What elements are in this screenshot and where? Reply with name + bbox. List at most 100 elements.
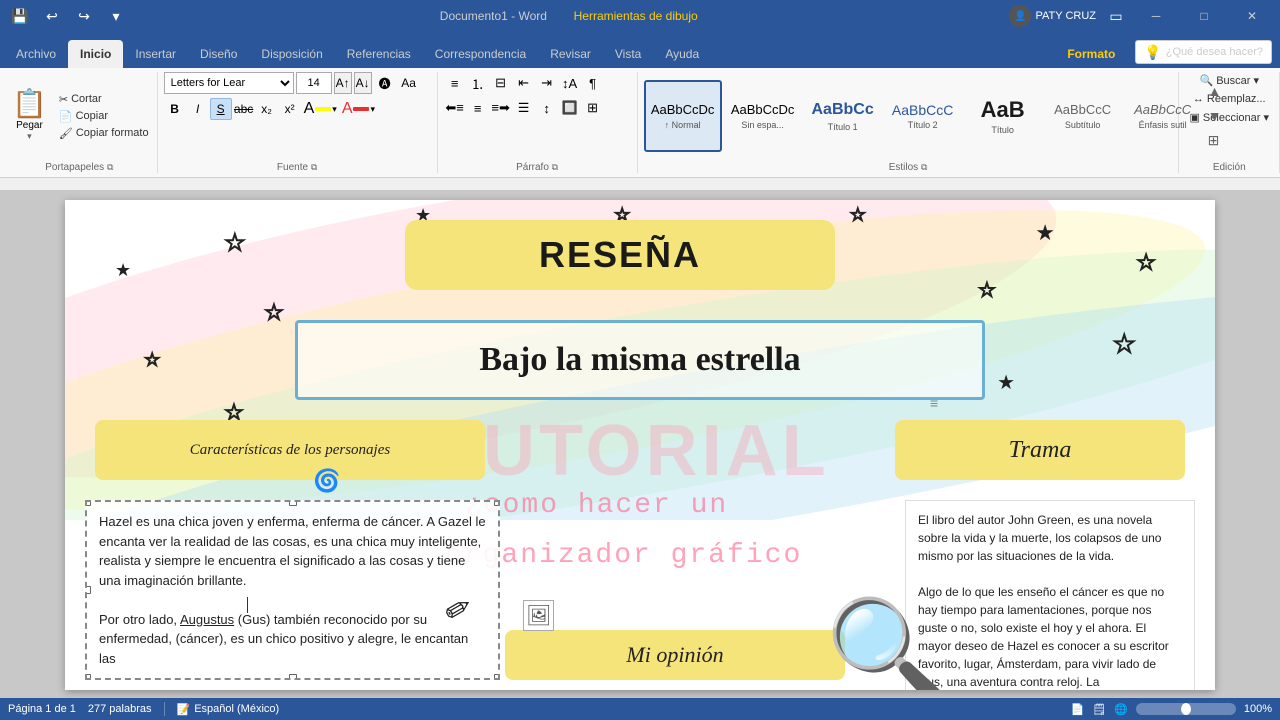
align-right-button[interactable]: ≡➡ [490, 97, 512, 119]
tab-inicio[interactable]: Inicio [68, 40, 123, 68]
italic-button[interactable]: I [187, 98, 209, 120]
subscript-button[interactable]: x₂ [256, 98, 278, 120]
borders-button[interactable]: ⊞ [582, 97, 604, 119]
doc-content: ★ ★ ★ ★ ★ ★ ⚓ ★ ★ ★ ★ ★ ★ ★ ★ ★ [65, 200, 1215, 690]
redo-quick-button[interactable]: ↪ [72, 4, 96, 28]
copy-icon: 📄 [59, 110, 73, 123]
style-title[interactable]: AaB Título [964, 80, 1042, 152]
ribbon-tabs: Archivo Inicio Insertar Diseño Disposici… [0, 32, 1280, 68]
parrafo-expand[interactable]: ⧉ [552, 162, 558, 172]
tab-archivo[interactable]: Archivo [4, 40, 68, 68]
lines-icon: ≡ [930, 395, 938, 411]
tab-revisar[interactable]: Revisar [538, 40, 603, 68]
text-highlight-button[interactable]: A ▾ [302, 99, 339, 119]
word-count[interactable]: 277 palabras [88, 703, 152, 715]
status-divider [164, 702, 165, 716]
ribbon-display-button[interactable]: ▭ [1104, 4, 1128, 28]
format-painter-button[interactable]: 🖌 Copiar formato [55, 125, 153, 142]
decrease-indent-button[interactable]: ⇤ [513, 72, 535, 94]
style-no-spacing[interactable]: AaBbCcDc Sin espa... [724, 80, 802, 152]
characteristics-label: Características de los personajes [190, 442, 390, 459]
bold-button[interactable]: B [164, 98, 186, 120]
font-size-input[interactable] [296, 72, 332, 94]
minimize-button[interactable]: ─ [1136, 0, 1176, 32]
document-title-box: RESEÑA [405, 220, 835, 290]
portapapeles-expand[interactable]: ⧉ [107, 162, 113, 172]
align-left-button[interactable]: ⬅≡ [444, 97, 466, 119]
zoom-slider[interactable] [1136, 703, 1236, 715]
style-normal-preview: AaBbCcDc [651, 102, 715, 118]
handle-bm [289, 674, 297, 680]
shading-button[interactable]: 🔲 [559, 97, 581, 119]
tab-diseno[interactable]: Diseño [188, 40, 249, 68]
tab-disposicion[interactable]: Disposición [249, 40, 334, 68]
tab-referencias[interactable]: Referencias [335, 40, 423, 68]
save-quick-button[interactable]: 💾 [8, 4, 32, 28]
left-text-box[interactable]: Hazel es una chica joven y enferma, enfe… [85, 500, 500, 680]
font-change-button[interactable]: Aa [398, 72, 420, 94]
styles-scroll-down[interactable]: ▼ [1206, 106, 1224, 126]
estilos-expand[interactable]: ⧉ [921, 162, 927, 172]
line-spacing-button[interactable]: ↕ [536, 97, 558, 119]
tab-vista[interactable]: Vista [603, 40, 653, 68]
style-title-preview: AaB [981, 97, 1025, 123]
magnify-icon: 🔍 [825, 593, 950, 690]
tutorial-line1: ¿como hacer un [465, 490, 728, 521]
styles-more-button[interactable]: ⊞ [1206, 130, 1224, 151]
style-subtitle-label: Subtítulo [1065, 120, 1101, 130]
tab-insertar[interactable]: Insertar [123, 40, 188, 68]
tab-ayuda[interactable]: Ayuda [653, 40, 711, 68]
fuente-label: Fuente ⧉ [164, 160, 431, 173]
align-center-button[interactable]: ≡ [467, 97, 489, 119]
copy-button[interactable]: 📄 Copiar [55, 108, 153, 125]
cut-button[interactable]: ✂ Cortar [55, 91, 153, 108]
customize-quick-button[interactable]: ▾ [104, 4, 128, 28]
numbering-button[interactable]: ⒈ [467, 72, 489, 94]
what-to-do-input[interactable]: 💡 ¿Qué desea hacer? [1135, 40, 1272, 64]
increase-indent-button[interactable]: ⇥ [536, 72, 558, 94]
tab-correspondencia[interactable]: Correspondencia [423, 40, 538, 68]
underline-button[interactable]: S [210, 98, 232, 120]
style-heading2[interactable]: AaBbCcC Título 2 [884, 80, 962, 152]
document-subtitle: Bajo la misma estrella [479, 341, 800, 379]
style-subtitle[interactable]: AaBbCcC Subtítulo [1044, 80, 1122, 152]
styles-scroll-up[interactable]: ▲ [1206, 81, 1224, 101]
paste-icon: 📋 [12, 90, 47, 118]
font-size-increase-button[interactable]: A↑ [334, 72, 352, 94]
style-heading1[interactable]: AaBbCc Título 1 [804, 80, 882, 152]
strikethrough-button[interactable]: abc [233, 98, 255, 120]
paste-button[interactable]: 📋 Pegar ▾ [6, 86, 53, 146]
multilevel-button[interactable]: ⊟ [490, 72, 512, 94]
image-paste-icon: 🖼 [523, 600, 554, 631]
zoom-level[interactable]: 100% [1244, 703, 1272, 715]
bullets-button[interactable]: ≡ [444, 72, 466, 94]
style-heading2-preview: AaBbCcC [892, 102, 953, 119]
superscript-button[interactable]: x² [279, 98, 301, 120]
web-layout-button[interactable]: 🌐 [1114, 703, 1128, 716]
maximize-button[interactable]: □ [1184, 0, 1224, 32]
page-count: Página 1 de 1 [8, 703, 76, 715]
font-size-decrease-button[interactable]: A↓ [354, 72, 372, 94]
close-button[interactable]: ✕ [1232, 0, 1272, 32]
language-indicator[interactable]: 📝 Español (México) [177, 703, 280, 716]
style-subtle-emphasis[interactable]: AaBbCcC Énfasis sutil [1124, 80, 1202, 152]
read-mode-button[interactable]: 📄 [1070, 703, 1084, 716]
justify-button[interactable]: ☰ [513, 97, 535, 119]
tab-formato[interactable]: Formato [1055, 40, 1127, 68]
highlight-color-swatch [315, 107, 331, 111]
font-color-button[interactable]: A ▾ [340, 99, 377, 119]
style-heading1-preview: AaBbCc [811, 100, 873, 119]
clear-format-button[interactable]: 🅐 [374, 72, 396, 94]
user-area[interactable]: 👤 PATY CRUZ [1009, 5, 1096, 27]
fuente-expand[interactable]: ⧉ [311, 162, 317, 172]
font-family-select[interactable]: Letters for Lear [164, 72, 294, 94]
show-hide-button[interactable]: ¶ [582, 72, 604, 94]
estilos-label: Estilos ⧉ [644, 160, 1173, 173]
style-subtle-emphasis-preview: AaBbCcC [1134, 102, 1191, 118]
print-layout-button[interactable]: 🗒 [1092, 703, 1106, 716]
sort-button[interactable]: ↕A [559, 72, 581, 94]
style-subtitle-preview: AaBbCcC [1054, 102, 1111, 118]
undo-quick-button[interactable]: ↩ [40, 4, 64, 28]
page-info[interactable]: Página 1 de 1 [8, 703, 76, 715]
style-normal[interactable]: AaBbCcDc ↑ Normal [644, 80, 722, 152]
